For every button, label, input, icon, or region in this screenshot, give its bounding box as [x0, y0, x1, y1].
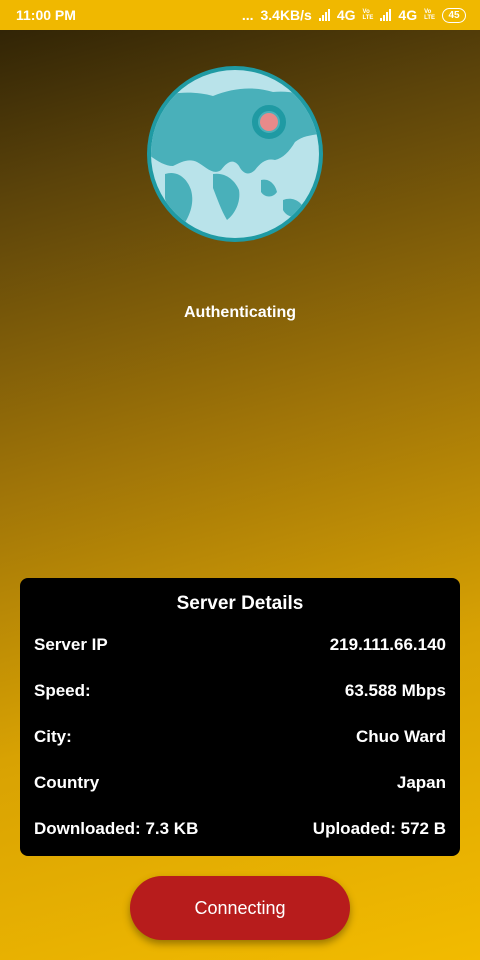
server-details-title: Server Details [176, 593, 304, 614]
status-time: 11:00 PM [16, 7, 76, 23]
signal-icon [380, 9, 392, 21]
row-value: Japan [396, 773, 446, 792]
network-type-2: 4G [398, 7, 418, 23]
downloaded-text: Downloaded: 7.3 KB [34, 819, 199, 838]
country-row: Country Japan [34, 773, 446, 793]
status-bar: 11:00 PM ... 3.4KB/s 4G Vo LTE 4G Vo LTE 4… [0, 0, 480, 30]
battery-icon: 45 [442, 7, 466, 23]
volte-icon: Vo LTE [362, 9, 374, 21]
battery-level: 45 [448, 9, 460, 21]
speed-row: Speed: 63.588 Mbps [34, 681, 446, 701]
row-value: Chuo Ward [355, 727, 446, 746]
row-value: 219.111.66.140 [329, 635, 446, 654]
network-speed: 3.4KB/s [260, 7, 312, 23]
row-label: City: [34, 727, 72, 746]
network-type-1: 4G [336, 7, 356, 23]
city-row: City: Chuo Ward [34, 727, 446, 747]
connection-status-text: Authenticating [184, 304, 296, 321]
server-details-card: Server Details Server IP 219.111.66.140 … [20, 578, 460, 856]
uploaded-text: Uploaded: 572 B [312, 819, 446, 838]
volte-icon: Vo LTE [424, 9, 435, 21]
globe-icon [143, 62, 327, 246]
location-pin-icon [260, 113, 278, 131]
signal-icon [318, 9, 330, 21]
connect-button-label: Connecting [194, 897, 286, 918]
status-indicators: ... 3.4KB/s 4G Vo LTE 4G Vo LTE 45 [242, 7, 466, 23]
status-dots: ... [241, 7, 254, 23]
server-ip-row: Server IP 219.111.66.140 [34, 635, 446, 655]
row-label: Speed: [34, 681, 91, 700]
row-value: 63.588 Mbps [344, 681, 446, 700]
row-label: Server IP [34, 635, 108, 654]
row-label: Country [34, 773, 100, 792]
connect-button[interactable]: Connecting [130, 876, 350, 940]
traffic-row: Downloaded: 7.3 KB Uploaded: 572 B [34, 819, 446, 839]
